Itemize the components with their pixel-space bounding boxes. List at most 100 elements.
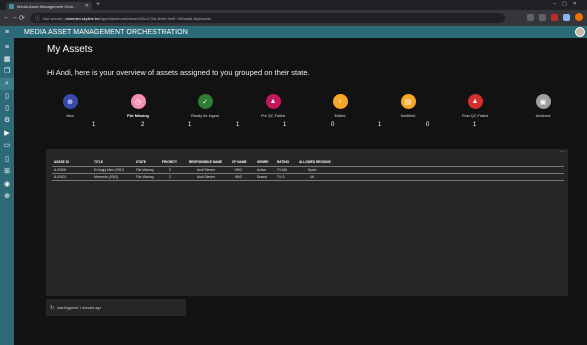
state-count: 0: [426, 122, 430, 128]
avatar[interactable]: [575, 27, 585, 37]
sidebar-item-dashboard[interactable]: ▦: [0, 53, 14, 65]
stack-icon: ❐: [3, 68, 11, 75]
state-count: 1: [473, 122, 477, 128]
column-header[interactable]: STATE: [136, 160, 146, 164]
state-count: 1: [92, 122, 96, 128]
add-icon: ⊕: [4, 193, 10, 200]
table-cell: TV-MA: [277, 168, 288, 172]
sidebar-item-media[interactable]: ▭: [0, 139, 14, 151]
image-icon: ▭: [3, 142, 11, 149]
assets-table-card: ··· ASSSE ID TITLE STATE PRIORITY RESPON…: [46, 149, 568, 296]
column-header[interactable]: PRIORITY: [162, 160, 177, 164]
column-header[interactable]: RATING: [277, 160, 289, 164]
state-count: 1: [188, 122, 192, 128]
browser-tab-strip: Media Asset Management Orch... ✕ + –▢✕: [0, 0, 587, 10]
sidebar-item-player[interactable]: ▶: [0, 127, 14, 139]
warning-icon: ▲: [265, 94, 281, 109]
puzzle-icon[interactable]: [563, 13, 570, 21]
column-header[interactable]: TITLE: [94, 160, 103, 164]
sidebar-item-workflow[interactable]: ⚙: [0, 114, 14, 126]
state-label: Archived: [535, 114, 551, 118]
table-cell: Memento (2000): [94, 175, 119, 179]
column-header[interactable]: RESPONSIBLE NAME: [189, 160, 222, 164]
table-cell: A.00001: [54, 175, 67, 179]
table-cell: Andi Steven: [197, 175, 215, 179]
state-count: 1: [378, 122, 382, 128]
sidebar-item-reports[interactable]: ▯: [0, 153, 14, 165]
sidebar-item-files-2[interactable]: ▯: [0, 102, 14, 114]
state-label: New: [66, 114, 74, 118]
extension-icon[interactable]: [551, 13, 558, 21]
hamburger-icon: ≡: [4, 43, 10, 51]
sidebar-item-files[interactable]: ▯: [0, 90, 14, 102]
window-controls[interactable]: –▢✕: [553, 1, 583, 7]
table-cell: A.00000: [54, 168, 67, 172]
state-pre-qc-failed[interactable]: ▲ Pre QC Failed: [241, 94, 305, 118]
table-cell: File Missing: [136, 168, 154, 172]
state-post-qc-failed[interactable]: ▲ Post QC Failed: [443, 94, 507, 118]
state-count: 1: [283, 122, 287, 128]
refresh-status: ↻ was triggered 1 minutes ago: [46, 299, 186, 316]
state-file-missing[interactable]: ◷ File Missing: [106, 94, 170, 118]
column-header[interactable]: GENRE: [257, 160, 268, 164]
table-divider: [52, 179, 564, 181]
profile-icon[interactable]: [575, 13, 583, 21]
state-label: File Missing: [127, 114, 149, 118]
url-prefix: Not secure |: [43, 15, 66, 21]
plus-circle-icon: ⊕: [62, 94, 78, 109]
sidebar-item-assets[interactable]: ❐: [0, 65, 14, 77]
address-bar[interactable]: ⓘ Not secure | storedev.skyline.be/app/d…: [30, 13, 505, 23]
column-header[interactable]: CP NAME: [232, 160, 247, 164]
document-icon: ▯: [5, 93, 9, 100]
column-header[interactable]: ALLOWED REGIONS: [299, 160, 331, 164]
close-tab-icon[interactable]: ✕: [85, 3, 89, 9]
state-label: Subtitled: [400, 114, 416, 118]
file-icon: ▯: [5, 105, 9, 112]
state-archived[interactable]: ▣ Archived: [511, 94, 575, 118]
table-cell: 0: [169, 168, 171, 172]
more-options-icon[interactable]: ···: [560, 149, 565, 155]
state-subtitled[interactable]: ▤ Subtitled: [376, 94, 440, 118]
table-cell: Drama: [257, 175, 267, 179]
app-header: ≡ MEDIA ASSET MANAGEMENT ORCHESTRATION: [0, 26, 587, 38]
clock-icon: ◷: [130, 94, 146, 109]
refresh-icon[interactable]: ↻: [50, 305, 54, 311]
table-cell: Action: [257, 168, 267, 172]
share-icon[interactable]: [527, 13, 534, 21]
table-cell: 2: [169, 175, 171, 179]
table-row[interactable]: A.00001 Memento (2000) File Missing 2 An…: [52, 173, 564, 179]
table-header-row: ASSSE ID TITLE STATE PRIORITY RESPONSIBL…: [52, 159, 564, 165]
reload-icon[interactable]: ⟳: [19, 14, 25, 22]
sidebar-item-add[interactable]: ⊕: [0, 190, 14, 202]
table-cell: HBO: [235, 168, 243, 172]
table-row[interactable]: A.00000 El Angry Man (1957) File Missing…: [52, 166, 564, 172]
sidebar-item-menu[interactable]: ≡: [0, 41, 14, 53]
state-label: Post QC Failed: [462, 114, 488, 118]
favicon-icon: [9, 3, 14, 9]
sidebar: ≡ ▦ ❐ ⌕ ▯ ▯ ⚙ ▶ ▭ ▯ ⊞ ◉ ⊕: [0, 38, 14, 345]
play-icon: ▶: [4, 130, 10, 137]
state-ready-for-ingest[interactable]: ✓ Ready for ingest: [173, 94, 237, 118]
sidebar-item-my-assets[interactable]: ⌕: [0, 78, 14, 90]
column-header[interactable]: ASSSE ID: [54, 160, 69, 164]
state-count: 2: [141, 122, 145, 128]
url-host: storedev.skyline.be: [65, 15, 100, 21]
greeting-text: Hi Andi, here is your overview of assets…: [47, 68, 310, 77]
new-tab-button[interactable]: +: [96, 1, 100, 8]
back-icon[interactable]: ←: [3, 14, 10, 21]
not-secure-icon: ⓘ: [35, 15, 41, 22]
sync-icon: ◉: [3, 181, 11, 188]
main-content: My Assets Hi Andi, here is your overview…: [14, 38, 587, 345]
report-icon: ▯: [5, 156, 9, 163]
bookmark-icon[interactable]: [539, 13, 546, 21]
forward-icon[interactable]: →: [11, 14, 18, 21]
sidebar-item-sync[interactable]: ◉: [0, 178, 14, 190]
state-edited[interactable]: ♪ Edited: [308, 94, 372, 118]
browser-tab[interactable]: Media Asset Management Orch... ✕: [6, 2, 92, 10]
url-path: /app/dashboard/asset-ff3c-b74a-4b9b-9e0f…: [99, 15, 211, 21]
menu-icon[interactable]: ≡: [0, 29, 14, 36]
table-cell: Andi Steven: [197, 168, 215, 172]
state-new[interactable]: ⊕ New: [38, 94, 102, 118]
sidebar-item-hierarchy[interactable]: ⊞: [0, 165, 14, 177]
workflow-icon: ⚙: [3, 117, 11, 124]
